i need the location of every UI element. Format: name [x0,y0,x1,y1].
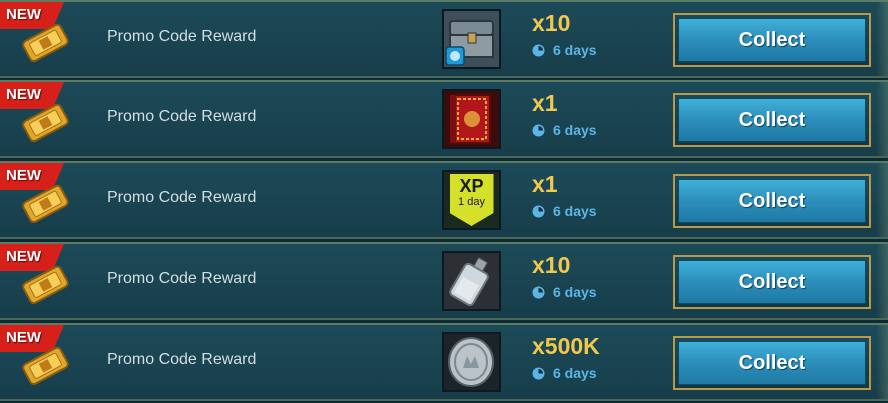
item-thumbnail [442,251,501,311]
reward-timer: 6 days [532,284,597,300]
reward-row: NEW Promo Code Reward XP 1 day x1 6 days… [0,161,888,239]
collect-button-label: Collect [678,341,866,385]
timer-text: 6 days [553,122,597,138]
reward-row: NEW Promo Code Reward x10 6 days Collect [0,0,888,78]
clock-icon [532,205,545,217]
item-thumbnail [442,9,501,69]
collect-button[interactable]: Collect [673,336,871,390]
red-book-icon [450,94,491,144]
reward-quantity: x10 [532,252,571,278]
collect-button-label: Collect [678,179,866,223]
silver-coin-icon [448,337,494,387]
gold-ticket-icon [22,184,69,224]
reward-title: Promo Code Reward [107,108,257,125]
reward-title: Promo Code Reward [107,28,257,45]
collect-button[interactable]: Collect [673,13,871,67]
clock-icon [532,124,545,136]
reward-title: Promo Code Reward [107,270,257,287]
reward-row: NEW Promo Code Reward x10 6 days Collect [0,242,888,320]
treasure-chest-icon [445,20,494,66]
reward-quantity: x1 [532,171,558,197]
collect-button[interactable]: Collect [673,174,871,228]
reward-timer: 6 days [532,203,597,219]
timer-text: 6 days [553,365,597,381]
clock-icon [532,44,545,56]
reward-timer: 6 days [532,365,597,381]
collect-button-label: Collect [678,98,866,142]
reward-title: Promo Code Reward [107,189,257,206]
collect-button[interactable]: Collect [673,93,871,147]
reward-list: NEW Promo Code Reward x10 6 days Collect… [0,0,888,403]
reward-title: Promo Code Reward [107,351,257,368]
clock-icon [532,367,545,379]
gold-ticket-icon [22,346,69,386]
gold-ticket-icon [22,265,69,305]
reward-row: NEW Promo Code Reward x500K 6 days Colle… [0,323,888,401]
xp-label: XP [459,176,484,196]
reward-quantity: x10 [532,10,571,36]
potion-flask-icon [449,257,489,307]
collect-button-label: Collect [678,260,866,304]
collect-button-label: Collect [678,18,866,62]
xp-duration: 1 day [458,196,485,208]
timer-text: 6 days [553,42,597,58]
timer-text: 6 days [553,203,597,219]
reward-row: NEW Promo Code Reward x1 6 days Collect [0,80,888,158]
reward-quantity: x1 [532,90,558,116]
gold-ticket-icon [22,23,69,63]
clock-icon [532,286,545,298]
item-thumbnail: XP 1 day [442,170,501,230]
timer-text: 6 days [553,284,597,300]
collect-button[interactable]: Collect [673,255,871,309]
item-thumbnail [442,332,501,392]
reward-timer: 6 days [532,42,597,58]
gold-ticket-icon [22,103,69,143]
item-thumbnail [442,89,501,149]
reward-timer: 6 days [532,122,597,138]
reward-quantity: x500K [532,333,600,359]
xp-boost-icon: XP 1 day [449,174,494,226]
